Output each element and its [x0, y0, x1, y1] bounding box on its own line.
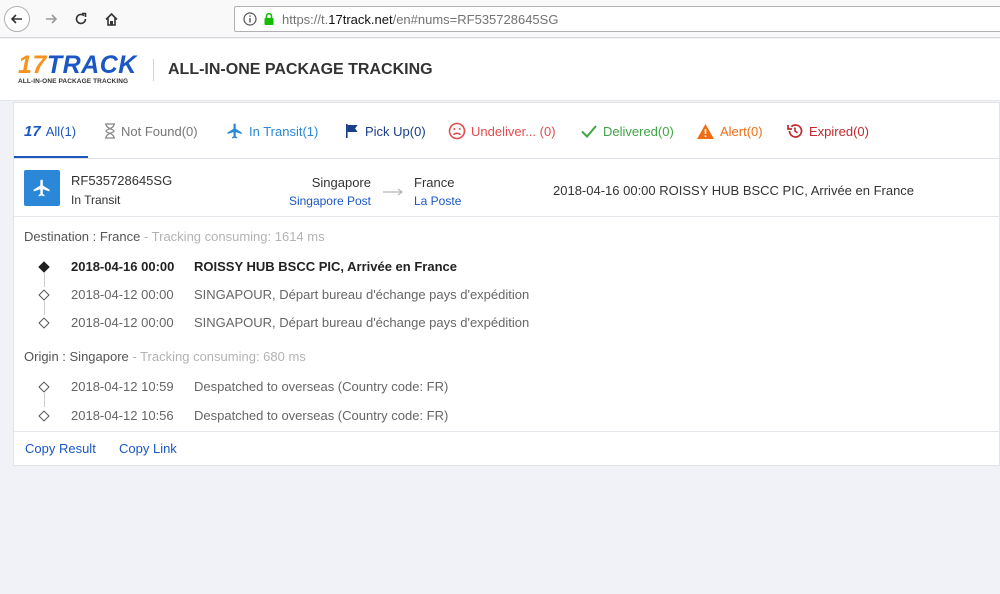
page-title: ALL-IN-ONE PACKAGE TRACKING: [168, 61, 433, 78]
logo-tagline: ALL-IN-ONE PACKAGE TRACKING: [18, 78, 129, 85]
destination-country: France: [414, 175, 455, 190]
latest-event: 2018-04-16 00:00 ROISSY HUB BSCC PIC, Ar…: [553, 183, 915, 198]
forward-button[interactable]: [38, 6, 64, 32]
17-logo-icon: 17: [24, 122, 41, 140]
tab-not-found[interactable]: Not Found(0): [104, 121, 198, 141]
event-time: 2018-04-12 00:00: [71, 315, 174, 330]
arrow-right-icon: [46, 14, 58, 24]
destination-carrier-link[interactable]: La Poste: [414, 194, 461, 208]
sad-face-icon: [448, 122, 466, 140]
tab-label: Not Found(0): [121, 123, 198, 139]
logo-number: 17: [18, 51, 47, 79]
site-header: 17TRACK ALL-IN-ONE PACKAGE TRACKING ALL-…: [0, 39, 1000, 101]
tracking-result-card: 17 All(1) Not Found(0) In Transit(1) Pic…: [13, 102, 1000, 466]
event-marker-icon: [38, 317, 50, 329]
tab-label: Expired(0): [809, 123, 869, 139]
tracking-number: RF535728645SG: [71, 173, 173, 188]
origin-carrier-link[interactable]: Singapore Post: [264, 194, 371, 208]
timeline-connector: [44, 393, 45, 407]
tab-pick-up[interactable]: Pick Up(0): [344, 121, 426, 141]
package-status: In Transit: [71, 193, 121, 207]
event-marker-icon: [38, 410, 50, 422]
17track-logo[interactable]: 17TRACK ALL-IN-ONE PACKAGE TRACKING: [18, 51, 137, 86]
status-tabs: 17 All(1) Not Found(0) In Transit(1) Pic…: [14, 103, 1000, 159]
event-description: SINGAPOUR, Départ bureau d'échange pays …: [194, 315, 530, 330]
tab-undelivered[interactable]: Undeliver... (0): [448, 121, 556, 141]
origin-section-header: Origin : Singapore - Tracking consuming:…: [24, 349, 306, 364]
warning-icon: [696, 123, 715, 140]
origin-country: Singapore: [311, 175, 371, 190]
tracking-event: 2018-04-12 00:00 SINGAPOUR, Départ burea…: [14, 314, 1000, 334]
flag-icon: [344, 123, 360, 139]
origin-tracking-time: - Tracking consuming: 680 ms: [128, 349, 306, 364]
copy-result-link[interactable]: Copy Result: [25, 441, 96, 456]
timeline-connector: [44, 273, 45, 287]
tab-label: All(1): [45, 123, 77, 139]
tab-delivered[interactable]: Delivered(0): [580, 121, 674, 141]
info-icon[interactable]: [243, 12, 257, 26]
arrow-left-icon: [10, 14, 22, 24]
event-description: ROISSY HUB BSCC PIC, Arrivée en France: [194, 259, 457, 274]
event-marker-icon: [38, 289, 50, 301]
tab-alert[interactable]: Alert(0): [696, 121, 763, 141]
event-description: Despatched to overseas (Country code: FR…: [194, 379, 449, 394]
active-tab-indicator: [14, 156, 88, 158]
airplane-icon: [33, 179, 50, 197]
lock-icon[interactable]: [262, 12, 276, 26]
event-time: 2018-04-12 10:59: [71, 379, 174, 394]
origin-label: Origin : Singapore: [24, 349, 129, 364]
event-description: SINGAPOUR, Départ bureau d'échange pays …: [194, 287, 530, 302]
tab-label: Alert(0): [720, 123, 763, 139]
copy-link-link[interactable]: Copy Link: [119, 441, 177, 456]
destination-tracking-time: - Tracking consuming: 1614 ms: [140, 229, 325, 244]
package-summary-row[interactable]: RF535728645SG In Transit Singapore Singa…: [14, 160, 1000, 217]
event-time: 2018-04-12 10:56: [71, 408, 174, 423]
tracking-event: 2018-04-12 00:00 SINGAPOUR, Départ burea…: [14, 286, 1000, 315]
tab-label: Pick Up(0): [365, 123, 426, 139]
footer-divider: [14, 431, 1000, 432]
tab-all[interactable]: 17 All(1): [24, 121, 76, 141]
hourglass-icon: [104, 123, 116, 139]
airplane-icon: [226, 122, 244, 140]
route-arrow-icon: [383, 184, 405, 199]
destination-label: Destination : France: [24, 229, 141, 244]
event-marker-icon: [38, 381, 50, 393]
event-marker-icon: [38, 261, 50, 273]
event-description: Despatched to overseas (Country code: FR…: [194, 408, 449, 423]
tab-label: In Transit(1): [249, 123, 319, 139]
header-divider: [153, 59, 154, 81]
event-time: 2018-04-12 00:00: [71, 287, 174, 302]
home-button[interactable]: [98, 6, 124, 32]
event-time: 2018-04-16 00:00: [71, 259, 175, 274]
package-status-icon: [24, 170, 60, 206]
timeline-connector: [44, 301, 45, 315]
tab-label: Delivered(0): [603, 123, 674, 139]
check-icon: [580, 123, 598, 139]
history-icon: [786, 122, 804, 140]
browser-toolbar: https://t.17track.net/en#nums=RF53572864…: [0, 0, 1000, 38]
tracking-event: 2018-04-12 10:59 Despatched to overseas …: [14, 378, 1000, 407]
reload-button[interactable]: [68, 6, 94, 32]
destination-section-header: Destination : France - Tracking consumin…: [24, 229, 325, 244]
tab-label: Undeliver... (0): [471, 123, 556, 139]
url-bar[interactable]: https://t.17track.net/en#nums=RF53572864…: [234, 6, 1000, 32]
home-icon: [104, 12, 118, 26]
tab-expired[interactable]: Expired(0): [786, 121, 869, 141]
reload-icon: [75, 12, 87, 25]
url-text: https://t.17track.net/en#nums=RF53572864…: [282, 11, 559, 27]
tab-in-transit[interactable]: In Transit(1): [226, 121, 318, 141]
tracking-event: 2018-04-16 00:00 ROISSY HUB BSCC PIC, Ar…: [14, 258, 1000, 287]
tracking-event: 2018-04-12 10:56 Despatched to overseas …: [14, 407, 1000, 427]
back-button[interactable]: [4, 6, 30, 32]
logo-text: TRACK: [46, 51, 137, 79]
